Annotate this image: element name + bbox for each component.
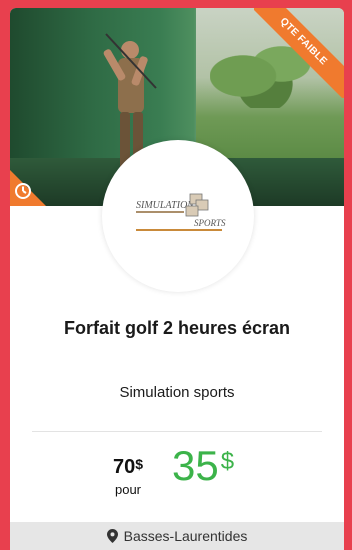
deal-price: 35$ — [172, 442, 234, 490]
map-pin-icon — [106, 529, 118, 543]
clock-icon — [15, 183, 31, 199]
merchant-logo-circle: SIMULATION SPORTS — [102, 140, 254, 292]
deal-card[interactable]: QTE FAIBLE SIMULATION SPORTS Forfait gol… — [10, 8, 344, 550]
original-price: 70$ — [108, 456, 148, 479]
divider — [32, 431, 322, 432]
deal-price-currency: $ — [220, 448, 235, 475]
low-quantity-badge: QTE FAIBLE — [254, 8, 344, 98]
location-bar: Basses-Laurentides — [10, 522, 344, 550]
location-label: Basses-Laurentides — [123, 528, 248, 544]
merchant-name: Simulation sports — [119, 384, 235, 401]
deal-title[interactable]: Forfait golf 2 heures écran — [10, 318, 344, 339]
price-pour-label: pour — [114, 482, 142, 497]
deal-price-value: 35 — [172, 442, 219, 489]
original-price-value: 70 — [112, 456, 136, 478]
badge-container: QTE FAIBLE — [254, 8, 344, 98]
original-price-currency: $ — [135, 456, 144, 472]
logo-text-line2: SPORTS — [194, 218, 226, 228]
simulation-sports-logo: SIMULATION SPORTS — [136, 193, 226, 231]
